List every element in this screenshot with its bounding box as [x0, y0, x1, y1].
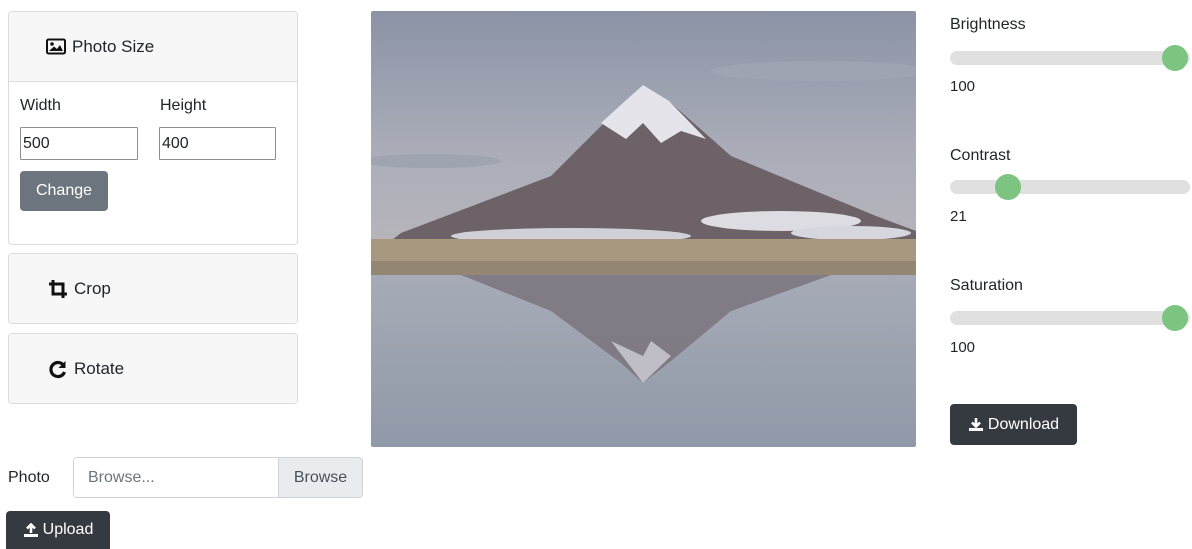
saturation-slider-thumb[interactable] [1162, 305, 1188, 331]
height-label: Height [160, 97, 207, 114]
contrast-value: 21 [950, 208, 967, 225]
photo-size-title: Photo Size [72, 36, 155, 56]
file-input[interactable]: Browse... Browse [73, 457, 363, 498]
contrast-slider-thumb[interactable] [995, 174, 1021, 200]
crop-title: Crop [74, 278, 111, 298]
rotate-title: Rotate [74, 358, 125, 378]
brightness-value: 100 [950, 78, 976, 95]
download-label: Download [987, 415, 1060, 433]
upload-label: Upload [42, 521, 94, 538]
photo-preview [371, 11, 916, 447]
brightness-slider[interactable] [950, 45, 1190, 71]
photo-field-label: Photo [8, 469, 50, 486]
photo-size-header[interactable]: Photo Size [9, 12, 297, 82]
saturation-slider[interactable] [950, 305, 1190, 331]
crop-header[interactable]: Crop [9, 254, 297, 323]
width-input[interactable] [20, 127, 138, 160]
crop-icon [47, 278, 69, 300]
contrast-label: Contrast [950, 147, 1011, 164]
brightness-slider-thumb[interactable] [1162, 45, 1188, 71]
browse-button[interactable]: Browse [278, 458, 362, 497]
upload-button[interactable]: Upload [6, 511, 110, 549]
saturation-value: 100 [950, 339, 976, 356]
photo-size-card: Photo Size Width Height Change [8, 11, 298, 245]
rotate-header[interactable]: Rotate [9, 334, 297, 403]
rotate-icon [47, 358, 69, 380]
contrast-slider[interactable] [950, 174, 1190, 200]
brightness-label: Brightness [950, 16, 1026, 33]
change-button[interactable]: Change [20, 171, 108, 211]
rotate-card: Rotate [8, 333, 298, 404]
image-icon [45, 36, 67, 58]
saturation-label: Saturation [950, 277, 1023, 294]
file-input-placeholder[interactable]: Browse... [74, 458, 278, 497]
upload-icon [23, 522, 39, 538]
height-input[interactable] [159, 127, 276, 160]
width-label: Width [20, 97, 61, 114]
crop-card: Crop [8, 253, 298, 324]
download-button[interactable]: Download [950, 404, 1077, 445]
download-icon [968, 417, 984, 432]
